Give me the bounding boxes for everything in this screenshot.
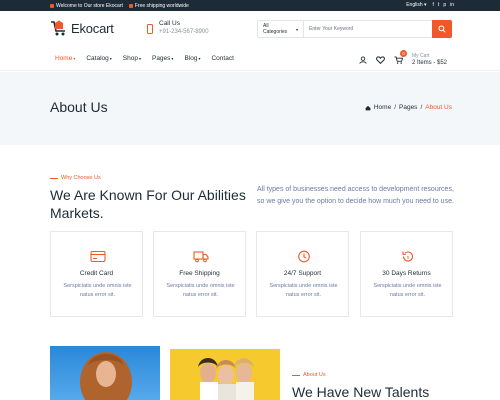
- nav-item-shop[interactable]: Shop ▾: [123, 55, 141, 62]
- search-icon: [438, 25, 446, 33]
- logo[interactable]: Ekocart: [50, 19, 114, 37]
- linkedin-icon[interactable]: in: [450, 2, 454, 8]
- breadcrumb-separator: /: [394, 104, 396, 111]
- feature-title: 24/7 Support: [283, 270, 322, 277]
- page-banner: About Us Home / Pages / About Us: [0, 72, 500, 145]
- language-selector[interactable]: English ▾: [406, 2, 426, 8]
- top-bar: Welcome to Our store Ekocart Free shippi…: [0, 0, 500, 11]
- feature-desc: Serspiciatis unde omnis iste natus error…: [269, 283, 338, 298]
- feature-title: Credit Card: [79, 270, 114, 277]
- section-heading: We Are Known For Our Abilities Markets.: [50, 187, 246, 221]
- return-icon: $: [402, 251, 414, 262]
- feature-desc: Serspiciatis unde omnis iste natus error…: [373, 283, 442, 298]
- about-eyebrow: About Us: [292, 372, 326, 378]
- search-input[interactable]: [304, 21, 432, 37]
- feature-title: 30 Days Returns: [382, 270, 431, 277]
- pinterest-icon[interactable]: p: [443, 2, 446, 8]
- logo-text: Ekocart: [71, 20, 114, 36]
- cart-logo-icon: [51, 20, 65, 36]
- main-nav: Home ▾ Catalog ▾ Shop ▾ Pages ▾ Blog ▾ Contac…: [0, 47, 500, 71]
- cart-label: My Cart: [412, 53, 430, 59]
- about-photo-woman: [50, 346, 160, 400]
- call-us: Call Us +91-234-567-8900: [147, 20, 209, 35]
- about-heading: We Have New Talents: [292, 384, 430, 400]
- call-title: Call Us: [159, 20, 180, 27]
- user-icon[interactable]: [359, 55, 367, 64]
- credit-card-icon: [90, 250, 106, 263]
- cart-count-badge: 0: [400, 50, 407, 57]
- feature-title: Free Shipping: [179, 270, 220, 277]
- mini-cart[interactable]: 0 My Cart 2 Items - $52: [394, 50, 448, 66]
- truck-icon: [128, 4, 133, 8]
- home-icon: [365, 105, 371, 110]
- twitter-icon[interactable]: t: [438, 2, 439, 8]
- feature-cards: Credit Card Serspiciatis unde omnis iste…: [50, 231, 453, 317]
- nav-item-contact[interactable]: Contact: [211, 55, 233, 62]
- welcome-message: Welcome to Our store Ekocart: [50, 3, 123, 9]
- site-header: Ekocart Call Us +91-234-567-8900 All Cat…: [0, 11, 500, 47]
- breadcrumb-current: About Us: [425, 104, 452, 111]
- feature-card-returns: $ 30 Days Returns Serspiciatis unde omni…: [360, 231, 453, 317]
- search-button[interactable]: [432, 20, 452, 38]
- feature-card-shipping: Free Shipping Serspiciatis unde omnis is…: [153, 231, 246, 317]
- nav-item-home[interactable]: Home ▾: [55, 55, 75, 62]
- nav-item-blog[interactable]: Blog ▾: [184, 55, 200, 62]
- nav-item-pages[interactable]: Pages ▾: [152, 55, 173, 62]
- section-eyebrow: Why Choose Us: [50, 175, 101, 181]
- clock-icon: [298, 250, 310, 263]
- nav-item-catalog[interactable]: Catalog ▾: [86, 55, 111, 62]
- page-title: About Us: [50, 99, 108, 115]
- breadcrumb-home[interactable]: Home: [374, 104, 391, 111]
- breadcrumb-pages[interactable]: Pages: [399, 104, 417, 111]
- shipping-message: Free shipping worldwide: [128, 3, 189, 9]
- section-intro: All types of businesses need access to d…: [257, 186, 454, 205]
- search-bar: All Categories ▾: [257, 20, 452, 38]
- feature-desc: Serspiciatis unde omnis iste natus error…: [63, 283, 132, 298]
- facebook-icon[interactable]: f: [433, 2, 434, 8]
- feature-card-credit: Credit Card Serspiciatis unde omnis iste…: [50, 231, 143, 317]
- call-number[interactable]: +91-234-567-8900: [159, 29, 209, 35]
- feature-desc: Serspiciatis unde omnis iste natus error…: [166, 283, 235, 298]
- breadcrumb-separator: /: [420, 104, 423, 111]
- about-photo-group: [170, 349, 280, 400]
- phone-icon: [147, 24, 153, 34]
- breadcrumb: Home / Pages / About Us: [365, 104, 452, 111]
- svg-text:$: $: [407, 254, 410, 259]
- category-select[interactable]: All Categories ▾: [258, 21, 304, 37]
- feature-card-support: 24/7 Support Serspiciatis unde omnis ist…: [256, 231, 349, 317]
- home-icon: [50, 4, 54, 8]
- social-links: f t p in: [433, 2, 454, 8]
- truck-icon: [193, 251, 209, 263]
- cart-summary: 2 Items - $52: [412, 60, 448, 66]
- heart-icon[interactable]: [376, 55, 385, 64]
